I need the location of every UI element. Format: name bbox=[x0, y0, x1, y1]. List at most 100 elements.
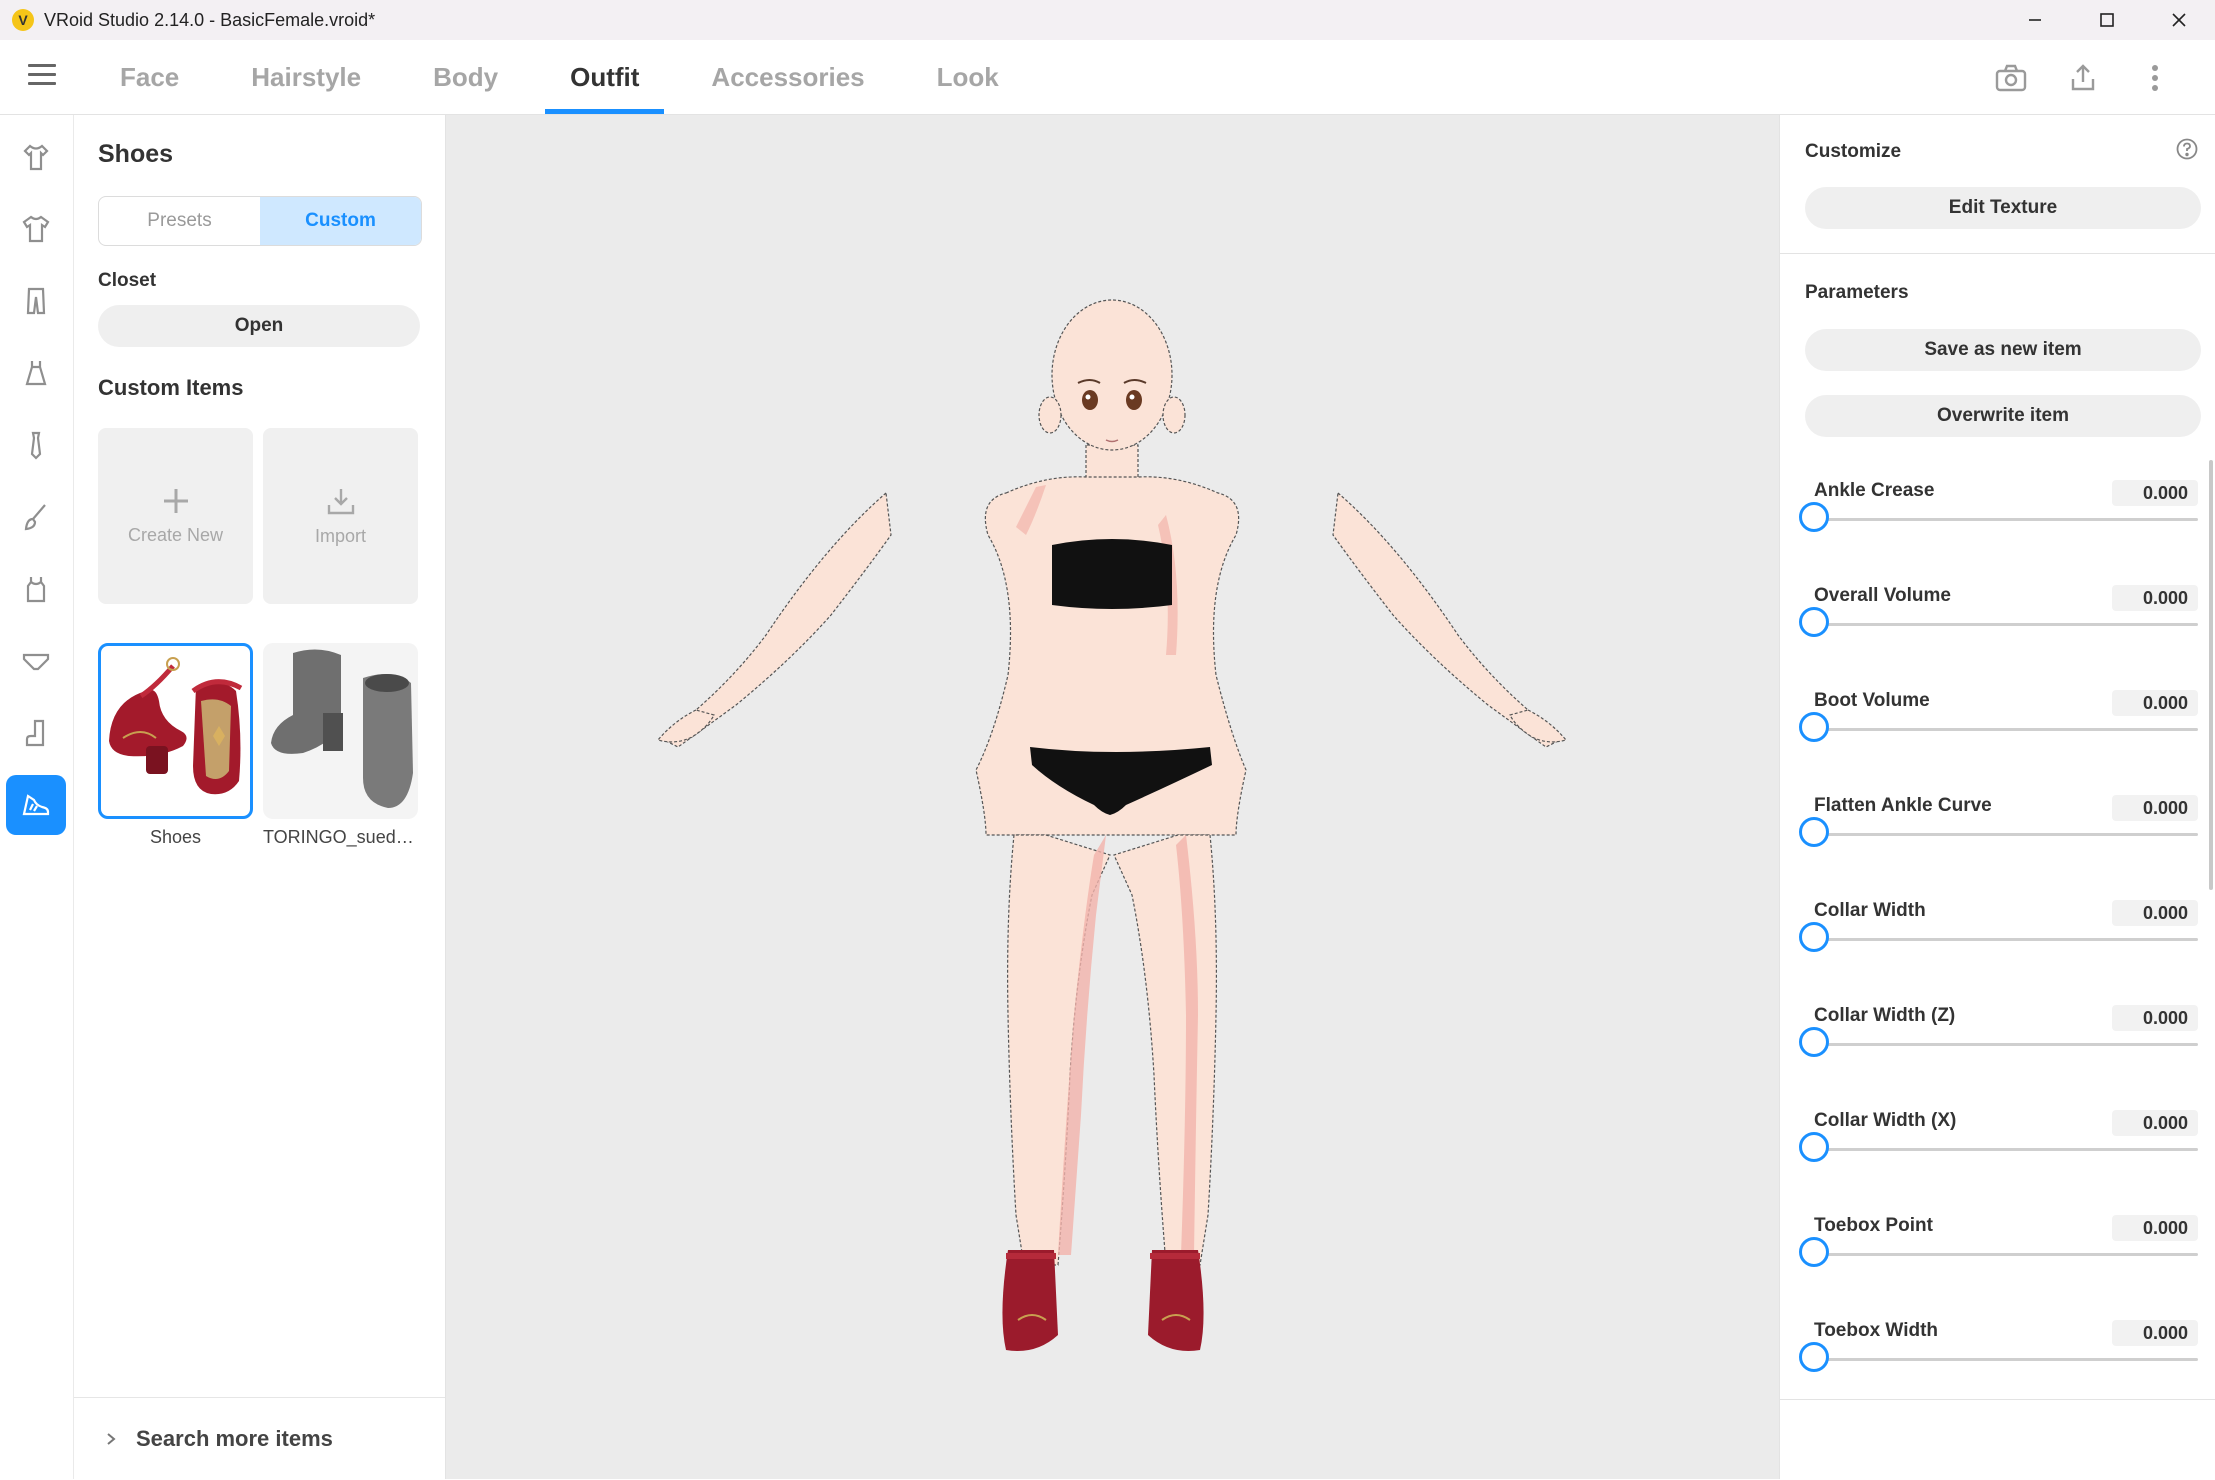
param-value-field[interactable]: 0.000 bbox=[2112, 1110, 2198, 1136]
rail-shoes[interactable] bbox=[6, 775, 66, 835]
minimize-button[interactable] bbox=[1999, 0, 2071, 40]
red-shoes-image bbox=[109, 657, 243, 795]
tab-outfit[interactable]: Outfit bbox=[545, 40, 665, 114]
import-icon bbox=[327, 488, 354, 514]
menu-icon[interactable] bbox=[28, 64, 56, 88]
param-toebox-point: Toebox Point 0.000 bbox=[1799, 1215, 2198, 1315]
param-value-field[interactable]: 0.000 bbox=[2112, 585, 2198, 611]
rail-brush[interactable] bbox=[6, 487, 66, 547]
custom-items-title: Custom Items bbox=[98, 375, 244, 400]
param-value-field[interactable]: 0.000 bbox=[2112, 1320, 2198, 1346]
tab-look[interactable]: Look bbox=[912, 40, 1024, 114]
create-new-tile[interactable]: Create New bbox=[98, 428, 253, 604]
slider-thumb[interactable] bbox=[1799, 607, 1829, 637]
param-value-field[interactable]: 0.000 bbox=[2112, 900, 2198, 926]
rail-tie[interactable] bbox=[6, 415, 66, 475]
tab-body[interactable]: Body bbox=[408, 40, 523, 114]
param-value-field[interactable]: 0.000 bbox=[2112, 795, 2198, 821]
maximize-button[interactable] bbox=[2071, 0, 2143, 40]
panel-divider bbox=[1780, 253, 2215, 254]
tab-face[interactable]: Face bbox=[95, 40, 204, 114]
rail-vest[interactable] bbox=[6, 559, 66, 619]
param-label: Boot Volume bbox=[1814, 690, 1930, 711]
param-collar-width-x: Collar Width (X) 0.000 bbox=[1799, 1110, 2198, 1210]
dress-icon bbox=[25, 361, 47, 386]
rail-tops[interactable] bbox=[6, 127, 66, 187]
maximize-icon bbox=[2100, 13, 2114, 27]
import-label: Import bbox=[314, 525, 366, 546]
slider-thumb[interactable] bbox=[1799, 817, 1829, 847]
pants-icon bbox=[26, 287, 46, 315]
3d-viewport[interactable] bbox=[446, 115, 1779, 1479]
vroid-logo-icon: V bbox=[12, 9, 34, 31]
brush-icon bbox=[24, 504, 46, 531]
underwear-icon bbox=[22, 653, 50, 671]
slider-thumb[interactable] bbox=[1799, 1132, 1829, 1162]
tab-hairstyle[interactable]: Hairstyle bbox=[226, 40, 386, 114]
grey-boots-image bbox=[271, 649, 413, 808]
create-new-label: Create New bbox=[127, 524, 224, 545]
shoes-icon bbox=[22, 794, 50, 816]
help-icon[interactable] bbox=[2176, 138, 2198, 160]
edit-texture-button[interactable]: Edit Texture bbox=[1805, 187, 2201, 229]
param-collar-width: Collar Width 0.000 bbox=[1799, 900, 2198, 1000]
presets-tab[interactable]: Presets bbox=[99, 197, 260, 245]
import-tile[interactable]: Import bbox=[263, 428, 418, 604]
param-slider[interactable] bbox=[1799, 712, 2198, 742]
param-value-field[interactable]: 0.000 bbox=[2112, 690, 2198, 716]
window-title: VRoid Studio 2.14.0 - BasicFemale.vroid* bbox=[44, 9, 376, 30]
tab-accessories[interactable]: Accessories bbox=[686, 40, 889, 114]
more-vert-icon[interactable] bbox=[2135, 58, 2175, 98]
search-more-items[interactable]: Search more items bbox=[74, 1397, 445, 1480]
param-value-field[interactable]: 0.000 bbox=[2112, 480, 2198, 506]
camera-icon[interactable] bbox=[1991, 58, 2031, 98]
search-more-label: Search more items bbox=[136, 1426, 333, 1451]
param-slider[interactable] bbox=[1799, 1237, 2198, 1267]
slider-thumb[interactable] bbox=[1799, 712, 1829, 742]
slider-thumb[interactable] bbox=[1799, 922, 1829, 952]
rail-underwear[interactable] bbox=[6, 631, 66, 691]
export-icon[interactable] bbox=[2063, 58, 2103, 98]
param-label: Collar Width (Z) bbox=[1814, 1005, 1956, 1026]
param-label: Toebox Point bbox=[1814, 1215, 1933, 1236]
param-slider[interactable] bbox=[1799, 1342, 2198, 1372]
item-shoes-thumbnail[interactable] bbox=[98, 643, 253, 819]
top-navigation: Face Hairstyle Body Outfit Accessories L… bbox=[0, 40, 2215, 115]
param-slider[interactable] bbox=[1799, 502, 2198, 532]
overwrite-item-button[interactable]: Overwrite item bbox=[1805, 395, 2201, 437]
param-label: Overall Volume bbox=[1814, 585, 1951, 606]
parameters-scrollbar[interactable] bbox=[2209, 460, 2213, 890]
param-value-field[interactable]: 0.000 bbox=[2112, 1215, 2198, 1241]
closet-open-button[interactable]: Open bbox=[98, 305, 420, 347]
slider-thumb[interactable] bbox=[1799, 1237, 1829, 1267]
rail-pants[interactable] bbox=[6, 271, 66, 331]
panel-divider bbox=[1780, 1399, 2215, 1400]
param-collar-width-z: Collar Width (Z) 0.000 bbox=[1799, 1005, 2198, 1105]
param-boot-volume: Boot Volume 0.000 bbox=[1799, 690, 2198, 790]
rail-socks[interactable] bbox=[6, 703, 66, 763]
slider-thumb[interactable] bbox=[1799, 1027, 1829, 1057]
rail-shirt[interactable] bbox=[6, 199, 66, 259]
item-boots-thumbnail[interactable] bbox=[263, 643, 418, 819]
param-slider[interactable] bbox=[1799, 817, 2198, 847]
save-new-item-button[interactable]: Save as new item bbox=[1805, 329, 2201, 371]
param-slider[interactable] bbox=[1799, 1132, 2198, 1162]
param-slider[interactable] bbox=[1799, 922, 2198, 952]
chevron-right-icon bbox=[104, 1432, 118, 1446]
panel-title: Shoes bbox=[98, 140, 174, 168]
param-label: Flatten Ankle Curve bbox=[1814, 795, 1992, 816]
category-rail bbox=[0, 115, 74, 1479]
param-label: Ankle Crease bbox=[1814, 480, 1935, 501]
param-value-field[interactable]: 0.000 bbox=[2112, 1005, 2198, 1031]
slider-thumb[interactable] bbox=[1799, 502, 1829, 532]
close-button[interactable] bbox=[2143, 0, 2215, 40]
window-controls bbox=[1999, 0, 2215, 40]
param-slider[interactable] bbox=[1799, 607, 2198, 637]
customize-title: Customize bbox=[1805, 141, 1902, 162]
param-flatten-ankle-curve: Flatten Ankle Curve 0.000 bbox=[1799, 795, 2198, 895]
slider-thumb[interactable] bbox=[1799, 1342, 1829, 1372]
custom-tab[interactable]: Custom bbox=[260, 197, 421, 245]
param-slider[interactable] bbox=[1799, 1027, 2198, 1057]
rail-dress[interactable] bbox=[6, 343, 66, 403]
tops-icon bbox=[23, 144, 49, 171]
